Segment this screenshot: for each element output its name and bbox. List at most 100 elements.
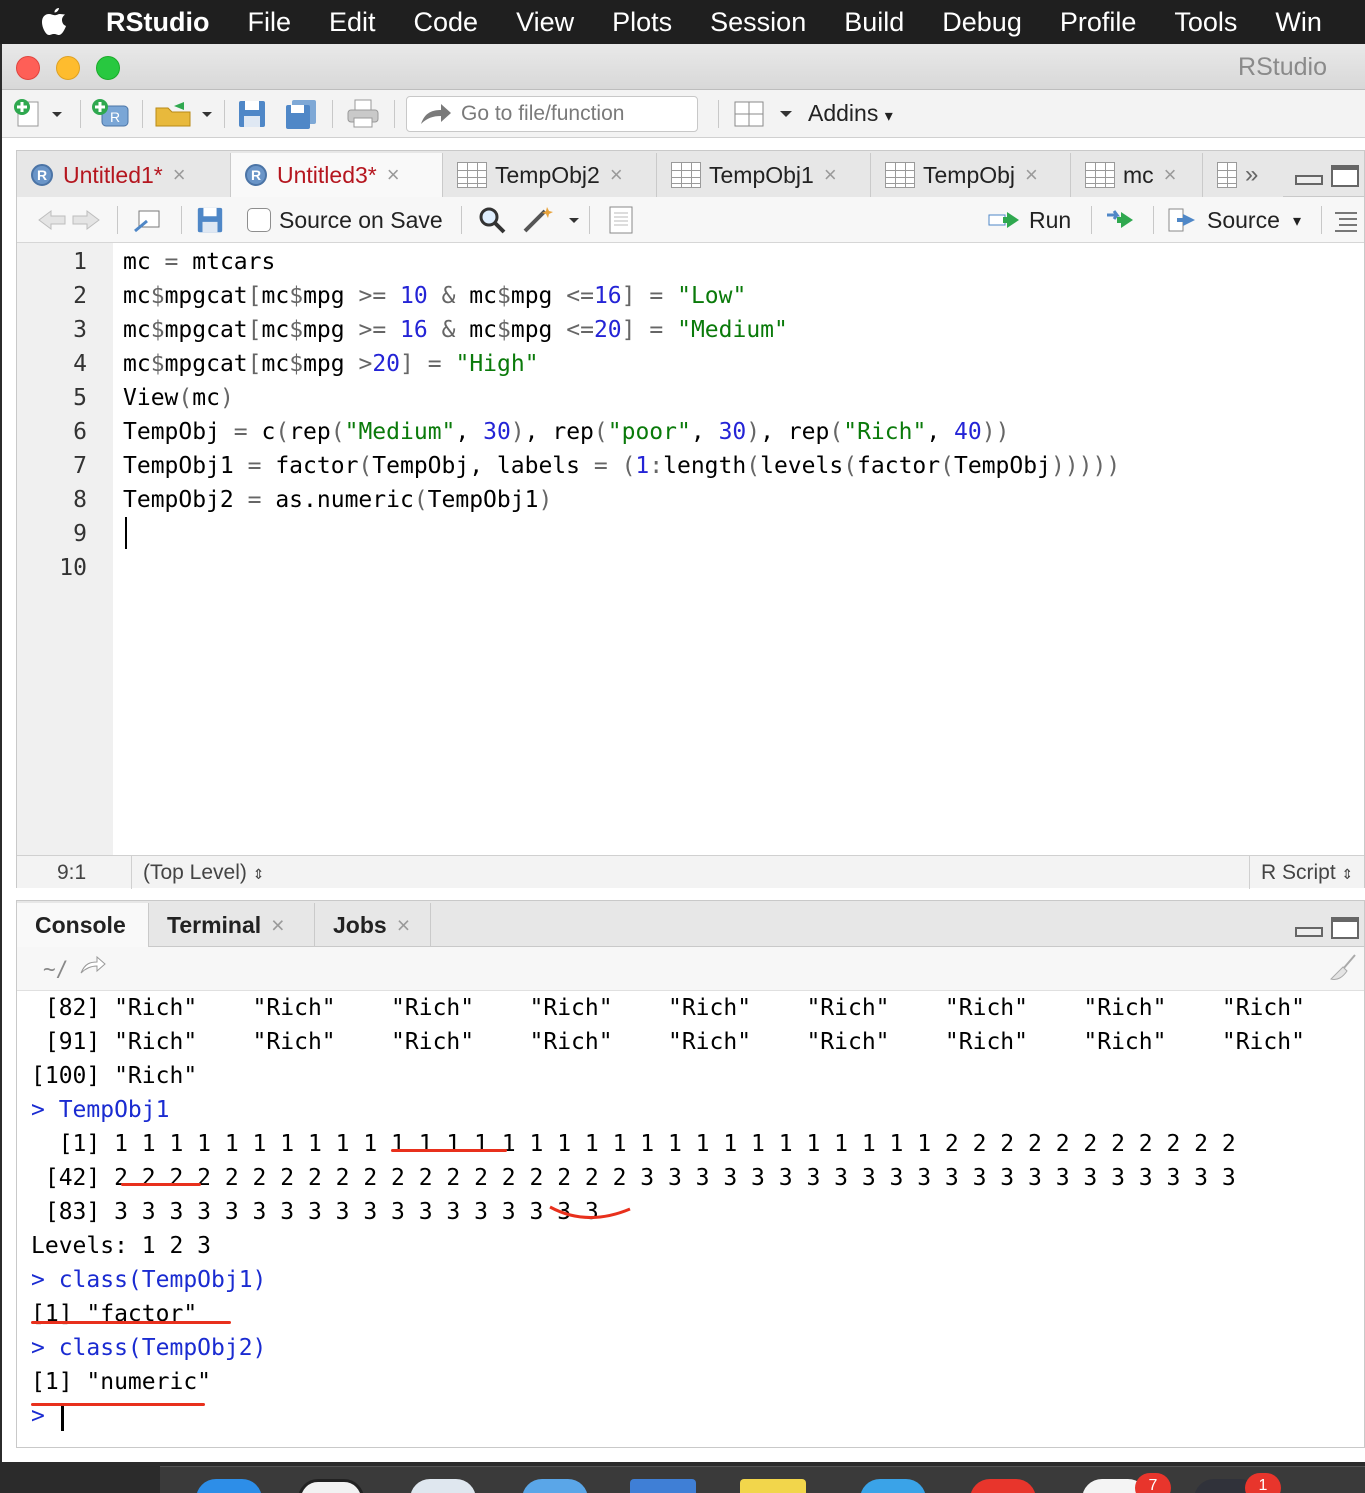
mail-icon[interactable] bbox=[630, 1479, 696, 1493]
source-on-save-checkbox[interactable] bbox=[247, 208, 271, 232]
console-pane: Console Terminal × Jobs × ~/ [82] "Rich" bbox=[16, 900, 1365, 1448]
search-icon[interactable] bbox=[477, 204, 509, 236]
apple-icon[interactable] bbox=[40, 7, 70, 37]
code-line: mc = mtcars bbox=[123, 249, 276, 275]
console-line: [91] "Rich" "Rich" "Rich" "Rich" "Rich" … bbox=[31, 1029, 1305, 1055]
code-tools-wand-icon[interactable] bbox=[521, 204, 581, 236]
code-editor[interactable]: 1 2 3 4 5 6 7 8 9 10 mc = mtcars mc$mpgc… bbox=[17, 243, 1364, 855]
chevron-down-icon: ▾ bbox=[884, 108, 893, 125]
menu-plots[interactable]: Plots bbox=[612, 7, 672, 38]
more-tabs-button[interactable]: » bbox=[1203, 153, 1283, 197]
pane-layout-icon[interactable] bbox=[732, 98, 794, 130]
save-all-icon[interactable] bbox=[284, 98, 320, 130]
r-file-icon: R bbox=[31, 164, 53, 186]
menu-file[interactable]: File bbox=[247, 7, 291, 38]
maximize-pane-icon[interactable] bbox=[1331, 917, 1359, 939]
menu-edit[interactable]: Edit bbox=[329, 7, 376, 38]
close-tab-icon[interactable]: × bbox=[397, 912, 410, 939]
tab-mc[interactable]: mc × bbox=[1071, 153, 1203, 197]
menu-window[interactable]: Win bbox=[1275, 7, 1322, 38]
tab-untitled1[interactable]: R Untitled1* × bbox=[17, 153, 231, 197]
minimize-pane-icon[interactable] bbox=[1295, 927, 1323, 937]
menu-code[interactable]: Code bbox=[414, 7, 479, 38]
minimize-pane-icon[interactable] bbox=[1295, 175, 1323, 185]
addins-menu[interactable]: Addins ▾ bbox=[808, 100, 893, 127]
tab-label: TempObj1 bbox=[709, 161, 814, 188]
tab-tempobj1[interactable]: TempObj1 × bbox=[657, 153, 871, 197]
close-tab-icon[interactable]: × bbox=[173, 162, 186, 188]
close-tab-icon[interactable]: × bbox=[271, 912, 284, 939]
close-tab-icon[interactable]: × bbox=[1025, 162, 1038, 188]
back-arrow-icon[interactable] bbox=[35, 204, 105, 236]
finder-icon[interactable] bbox=[196, 1479, 262, 1493]
notes-icon[interactable] bbox=[740, 1479, 806, 1493]
tab-untitled3[interactable]: R Untitled3* × bbox=[231, 153, 443, 197]
console-line: [1] "factor" bbox=[31, 1301, 198, 1327]
tab-console[interactable]: Console bbox=[17, 903, 149, 947]
save-icon[interactable] bbox=[236, 98, 268, 130]
app-icon[interactable] bbox=[970, 1479, 1036, 1493]
close-tab-icon[interactable]: × bbox=[387, 162, 400, 188]
console-command: > TempObj1 bbox=[31, 1097, 170, 1123]
source-status-bar: 9:1 (Top Level) ⇕ R Script ⇕ bbox=[17, 855, 1364, 889]
code-line: View(mc) bbox=[123, 385, 234, 411]
line-number-gutter: 1 2 3 4 5 6 7 8 9 10 bbox=[17, 243, 113, 855]
dock: 7 1 bbox=[160, 1466, 1365, 1493]
tab-tempobj[interactable]: TempObj × bbox=[871, 153, 1071, 197]
tab-jobs[interactable]: Jobs × bbox=[315, 903, 431, 947]
new-file-icon[interactable] bbox=[12, 98, 62, 130]
go-to-file-input[interactable] bbox=[461, 102, 681, 126]
close-tab-icon[interactable]: × bbox=[1164, 162, 1177, 188]
menu-session[interactable]: Session bbox=[710, 7, 806, 38]
menu-debug[interactable]: Debug bbox=[942, 7, 1022, 38]
source-button[interactable]: Source bbox=[1207, 207, 1280, 234]
save-icon[interactable] bbox=[195, 204, 225, 236]
maximize-pane-icon[interactable] bbox=[1331, 165, 1359, 187]
clear-console-broom-icon[interactable] bbox=[1327, 953, 1359, 988]
working-directory[interactable]: ~/ bbox=[43, 957, 68, 981]
tab-label: Jobs bbox=[333, 911, 387, 938]
menu-view[interactable]: View bbox=[516, 7, 574, 38]
close-tab-icon[interactable]: × bbox=[824, 162, 837, 188]
file-type-selector[interactable]: R Script ⇕ bbox=[1261, 861, 1353, 885]
compile-report-icon[interactable] bbox=[607, 204, 635, 236]
go-to-file-field[interactable] bbox=[406, 96, 698, 132]
tab-label: Untitled3* bbox=[277, 161, 377, 188]
safari-icon[interactable] bbox=[522, 1479, 588, 1493]
menu-app-name[interactable]: RStudio bbox=[106, 7, 209, 38]
run-button[interactable]: Run bbox=[1029, 207, 1071, 234]
show-in-window-icon[interactable] bbox=[131, 204, 163, 236]
close-window-button[interactable] bbox=[16, 56, 40, 80]
tab-label: mc bbox=[1123, 161, 1154, 188]
print-icon[interactable] bbox=[346, 98, 380, 130]
console-line: [82] "Rich" "Rich" "Rich" "Rich" "Rich" … bbox=[31, 995, 1305, 1021]
line-number: 3 bbox=[73, 317, 87, 343]
app-icon[interactable] bbox=[860, 1479, 926, 1493]
chevron-down-icon[interactable]: ▾ bbox=[1293, 211, 1301, 231]
zoom-window-button[interactable] bbox=[96, 56, 120, 80]
tab-tempobj2[interactable]: TempObj2 × bbox=[443, 153, 657, 197]
menu-profile[interactable]: Profile bbox=[1060, 7, 1137, 38]
app-icon[interactable] bbox=[410, 1479, 476, 1493]
menu-tools[interactable]: Tools bbox=[1174, 7, 1237, 38]
close-tab-icon[interactable]: × bbox=[610, 162, 623, 188]
code-line: mc$mpgcat[mc$mpg >= 10 & mc$mpg <=16] = … bbox=[123, 283, 747, 309]
app-icon[interactable] bbox=[298, 1479, 364, 1493]
tab-terminal[interactable]: Terminal × bbox=[149, 903, 315, 947]
source-file-icon[interactable] bbox=[1167, 204, 1205, 236]
open-file-icon[interactable] bbox=[152, 98, 216, 130]
console-tab-bar: Console Terminal × Jobs × bbox=[17, 901, 1364, 947]
new-project-icon[interactable]: R bbox=[90, 98, 132, 130]
minimize-window-button[interactable] bbox=[56, 56, 80, 80]
main-toolbar: R Addins ▾ bbox=[2, 90, 1365, 138]
console-output[interactable]: [82] "Rich" "Rich" "Rich" "Rich" "Rich" … bbox=[17, 991, 1364, 1447]
document-outline-icon[interactable] bbox=[1333, 206, 1359, 238]
rerun-icon[interactable] bbox=[1103, 204, 1143, 236]
menu-build[interactable]: Build bbox=[844, 7, 904, 38]
run-icon[interactable] bbox=[987, 204, 1027, 236]
code-line: TempObj = c(rep("Medium", 30), rep("poor… bbox=[123, 419, 1010, 445]
code-line: mc$mpgcat[mc$mpg >= 16 & mc$mpg <=20] = … bbox=[123, 317, 788, 343]
notification-badge: 1 bbox=[1245, 1473, 1281, 1493]
go-to-directory-icon[interactable] bbox=[79, 953, 107, 982]
scope-selector[interactable]: (Top Level) ⇕ bbox=[143, 861, 264, 885]
